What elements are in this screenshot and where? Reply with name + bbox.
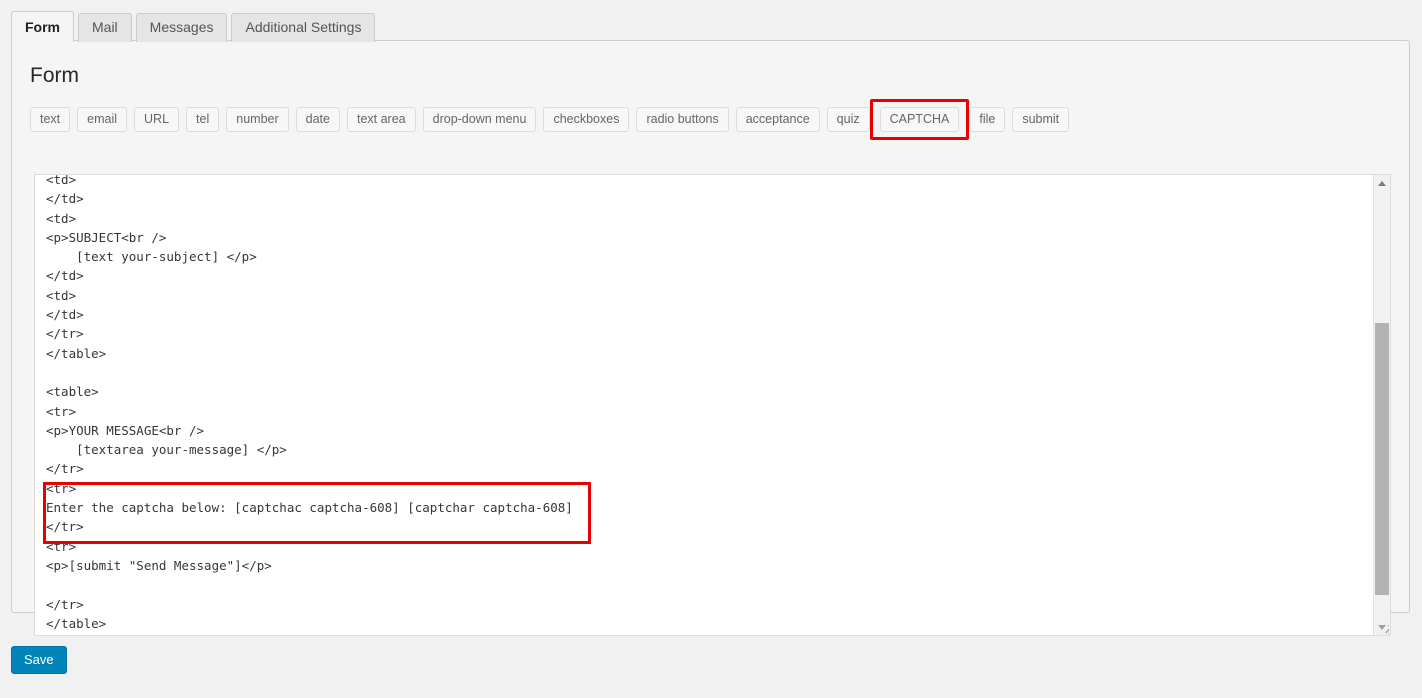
tag-wrap-file: file [969, 107, 1005, 132]
editor-scrollbar[interactable] [1373, 175, 1390, 635]
tag-wrap-text: text [30, 107, 70, 132]
form-template-editor[interactable]: <td> </td> <td> <p>SUBJECT<br /> [text y… [34, 174, 1391, 636]
tag-wrap-radio-buttons: radio buttons [636, 107, 728, 132]
tag-wrap-acceptance: acceptance [736, 107, 820, 132]
captcha-highlight-box: CAPTCHA [870, 99, 970, 140]
tag-wrap-text-area: text area [347, 107, 416, 132]
tag-button-text[interactable]: text [30, 107, 70, 132]
tag-button-acceptance[interactable]: acceptance [736, 107, 820, 132]
tag-button-drop-down-menu[interactable]: drop-down menu [423, 107, 537, 132]
tab-form[interactable]: Form [11, 11, 74, 42]
tag-wrap-date: date [296, 107, 340, 132]
tag-button-submit[interactable]: submit [1012, 107, 1069, 132]
tag-button-text-area[interactable]: text area [347, 107, 416, 132]
tab-messages[interactable]: Messages [136, 13, 228, 42]
tag-button-radio-buttons[interactable]: radio buttons [636, 107, 728, 132]
tag-wrap-checkboxes: checkboxes [543, 107, 629, 132]
form-tabs: Form Mail Messages Additional Settings [11, 11, 375, 42]
tag-wrap-tel: tel [186, 107, 219, 132]
tag-button-file[interactable]: file [969, 107, 1005, 132]
scrollbar-thumb[interactable] [1375, 323, 1389, 595]
form-template-code[interactable]: <td> </td> <td> <p>SUBJECT<br /> [text y… [46, 174, 573, 633]
tag-generator-toolbar: text email URL tel number date text area… [30, 104, 1069, 135]
tab-additional-settings[interactable]: Additional Settings [231, 13, 375, 42]
tab-mail[interactable]: Mail [78, 13, 132, 42]
tag-button-tel[interactable]: tel [186, 107, 219, 132]
tag-button-url[interactable]: URL [134, 107, 179, 132]
tag-wrap-url: URL [134, 107, 179, 132]
tag-button-number[interactable]: number [226, 107, 288, 132]
save-button[interactable]: Save [11, 646, 67, 674]
tag-wrap-number: number [226, 107, 288, 132]
resize-grip-icon[interactable] [1374, 619, 1389, 634]
tag-button-quiz[interactable]: quiz [827, 107, 870, 132]
tag-wrap-quiz: quiz [827, 107, 870, 132]
tag-wrap-submit: submit [1012, 107, 1069, 132]
page-title: Form [12, 41, 1409, 88]
tag-button-email[interactable]: email [77, 107, 127, 132]
form-panel: Form text email URL tel number date text… [11, 40, 1410, 613]
tag-wrap-email: email [77, 107, 127, 132]
tag-button-captcha[interactable]: CAPTCHA [880, 107, 960, 132]
tag-button-checkboxes[interactable]: checkboxes [543, 107, 629, 132]
triangle-up-icon[interactable] [1374, 175, 1390, 191]
tag-button-date[interactable]: date [296, 107, 340, 132]
tag-wrap-drop-down-menu: drop-down menu [423, 107, 537, 132]
